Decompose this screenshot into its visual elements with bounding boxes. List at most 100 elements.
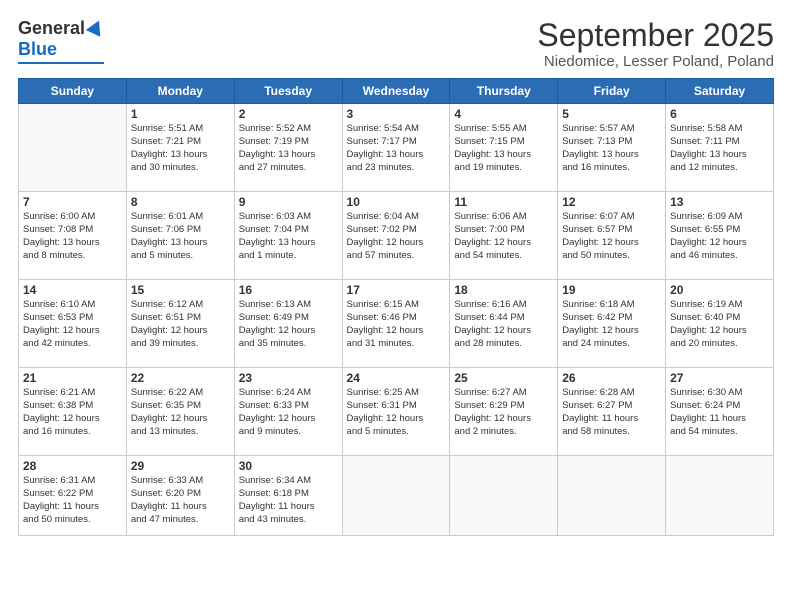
table-row: 20 Sunrise: 6:19 AM Sunset: 6:40 PM Dayli… [666,280,774,368]
table-row: 8 Sunrise: 6:01 AM Sunset: 7:06 PM Daylig… [126,192,234,280]
day-number: 19 [562,283,661,297]
logo-blue-text: Blue [18,39,57,60]
table-row: 10 Sunrise: 6:04 AM Sunset: 7:02 PM Dayli… [342,192,450,280]
table-row: 19 Sunrise: 6:18 AM Sunset: 6:42 PM Dayli… [558,280,666,368]
header-monday: Monday [126,79,234,104]
day-number: 25 [454,371,553,385]
table-row: 27Sunrise: 6:30 AM Sunset: 6:24 PM Dayli… [666,368,774,456]
header-friday: Friday [558,79,666,104]
day-number: 11 [454,195,553,209]
cell-info: Sunrise: 6:34 AM Sunset: 6:18 PM Dayligh… [239,475,338,526]
cell-info: Sunrise: 6:03 AM Sunset: 7:04 PM Dayligh… [239,211,338,262]
table-row: 7 Sunrise: 6:00 AM Sunset: 7:08 PM Daylig… [19,192,127,280]
table-row: 3 Sunrise: 5:54 AM Sunset: 7:17 PM Daylig… [342,104,450,192]
cell-info: Sunrise: 6:33 AM Sunset: 6:20 PM Dayligh… [131,475,230,526]
day-number: 1 [131,107,230,121]
table-row: 18 Sunrise: 6:16 AM Sunset: 6:44 PM Dayli… [450,280,558,368]
table-row: 1 Sunrise: 5:51 AM Sunset: 7:21 PM Daylig… [126,104,234,192]
day-number: 30 [239,459,338,473]
cell-info: Sunrise: 6:16 AM Sunset: 6:44 PM Dayligh… [454,299,553,350]
table-row: 5 Sunrise: 5:57 AM Sunset: 7:13 PM Daylig… [558,104,666,192]
location: Niedomice, Lesser Poland, Poland [537,53,774,70]
day-number: 4 [454,107,553,121]
header-tuesday: Tuesday [234,79,342,104]
table-row: 6 Sunrise: 5:58 AM Sunset: 7:11 PM Daylig… [666,104,774,192]
table-row: 25 Sunrise: 6:27 AM Sunset: 6:29 PM Dayli… [450,368,558,456]
cell-info: Sunrise: 6:30 AM Sunset: 6:24 PM Dayligh… [670,387,769,438]
table-row: 2 Sunrise: 5:52 AM Sunset: 7:19 PM Daylig… [234,104,342,192]
cell-info: Sunrise: 6:00 AM Sunset: 7:08 PM Dayligh… [23,211,122,262]
day-number: 20 [670,283,769,297]
cell-info: Sunrise: 6:09 AM Sunset: 6:55 PM Dayligh… [670,211,769,262]
table-row: 30 Sunrise: 6:34 AM Sunset: 6:18 PM Dayli… [234,456,342,536]
cell-info: Sunrise: 6:10 AM Sunset: 6:53 PM Dayligh… [23,299,122,350]
table-row: 14Sunrise: 6:10 AM Sunset: 6:53 PM Dayli… [19,280,127,368]
cell-info: Sunrise: 6:21 AM Sunset: 6:38 PM Dayligh… [23,387,122,438]
day-number: 10 [347,195,446,209]
day-number: 7 [23,195,122,209]
table-row: 15Sunrise: 6:12 AM Sunset: 6:51 PM Dayli… [126,280,234,368]
day-number: 13 [670,195,769,209]
cell-info: Sunrise: 6:07 AM Sunset: 6:57 PM Dayligh… [562,211,661,262]
cell-info: Sunrise: 5:58 AM Sunset: 7:11 PM Dayligh… [670,123,769,174]
header-row: Sunday Monday Tuesday Wednesday Thursday… [19,79,774,104]
day-number: 18 [454,283,553,297]
cell-info: Sunrise: 6:18 AM Sunset: 6:42 PM Dayligh… [562,299,661,350]
cell-info: Sunrise: 5:54 AM Sunset: 7:17 PM Dayligh… [347,123,446,174]
title-section: September 2025 Niedomice, Lesser Poland,… [537,18,774,70]
cell-info: Sunrise: 6:27 AM Sunset: 6:29 PM Dayligh… [454,387,553,438]
day-number: 12 [562,195,661,209]
cell-info: Sunrise: 6:28 AM Sunset: 6:27 PM Dayligh… [562,387,661,438]
cell-info: Sunrise: 6:24 AM Sunset: 6:33 PM Dayligh… [239,387,338,438]
cell-info: Sunrise: 5:51 AM Sunset: 7:21 PM Dayligh… [131,123,230,174]
day-number: 5 [562,107,661,121]
cell-info: Sunrise: 6:01 AM Sunset: 7:06 PM Dayligh… [131,211,230,262]
day-number: 17 [347,283,446,297]
day-number: 26 [562,371,661,385]
cell-info: Sunrise: 5:52 AM Sunset: 7:19 PM Dayligh… [239,123,338,174]
table-row: 17 Sunrise: 6:15 AM Sunset: 6:46 PM Dayli… [342,280,450,368]
header-saturday: Saturday [666,79,774,104]
day-number: 15 [131,283,230,297]
day-number: 8 [131,195,230,209]
day-number: 22 [131,371,230,385]
table-row [450,456,558,536]
month-title: September 2025 [537,18,774,53]
logo-general-text: General [18,18,85,39]
day-number: 28 [23,459,122,473]
day-number: 9 [239,195,338,209]
table-row: 12 Sunrise: 6:07 AM Sunset: 6:57 PM Dayli… [558,192,666,280]
day-number: 29 [131,459,230,473]
table-row: 21Sunrise: 6:21 AM Sunset: 6:38 PM Dayli… [19,368,127,456]
cell-info: Sunrise: 6:31 AM Sunset: 6:22 PM Dayligh… [23,475,122,526]
day-number: 2 [239,107,338,121]
logo-underline [18,62,104,64]
table-row: 16 Sunrise: 6:13 AM Sunset: 6:49 PM Dayli… [234,280,342,368]
day-number: 3 [347,107,446,121]
cell-info: Sunrise: 6:06 AM Sunset: 7:00 PM Dayligh… [454,211,553,262]
cell-info: Sunrise: 6:04 AM Sunset: 7:02 PM Dayligh… [347,211,446,262]
cell-info: Sunrise: 6:19 AM Sunset: 6:40 PM Dayligh… [670,299,769,350]
day-number: 6 [670,107,769,121]
logo-triangle-icon [86,17,106,36]
table-row: 23Sunrise: 6:24 AM Sunset: 6:33 PM Dayli… [234,368,342,456]
table-row [342,456,450,536]
table-row [666,456,774,536]
table-row: 11 Sunrise: 6:06 AM Sunset: 7:00 PM Dayli… [450,192,558,280]
table-row [558,456,666,536]
table-row: 9 Sunrise: 6:03 AM Sunset: 7:04 PM Daylig… [234,192,342,280]
day-number: 16 [239,283,338,297]
cell-info: Sunrise: 6:25 AM Sunset: 6:31 PM Dayligh… [347,387,446,438]
table-row: 22 Sunrise: 6:22 AM Sunset: 6:35 PM Dayli… [126,368,234,456]
table-row: 4Sunrise: 5:55 AM Sunset: 7:15 PM Daylig… [450,104,558,192]
cell-info: Sunrise: 6:22 AM Sunset: 6:35 PM Dayligh… [131,387,230,438]
logo: General Blue [18,18,104,64]
table-row: 26 Sunrise: 6:28 AM Sunset: 6:27 PM Dayli… [558,368,666,456]
header-thursday: Thursday [450,79,558,104]
cell-info: Sunrise: 6:15 AM Sunset: 6:46 PM Dayligh… [347,299,446,350]
calendar-table: Sunday Monday Tuesday Wednesday Thursday… [18,78,774,536]
header-wednesday: Wednesday [342,79,450,104]
cell-info: Sunrise: 5:57 AM Sunset: 7:13 PM Dayligh… [562,123,661,174]
cell-info: Sunrise: 6:13 AM Sunset: 6:49 PM Dayligh… [239,299,338,350]
header: General Blue September 2025 Niedomice, L… [18,18,774,70]
